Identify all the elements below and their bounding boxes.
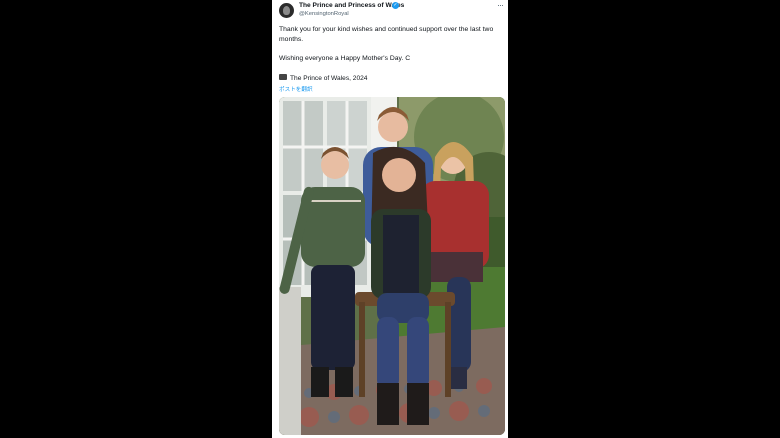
- tweet-card: The Prince and Princess of Wales ✓ @Kens…: [272, 0, 508, 438]
- tweet-text-line1: Thank you for your kind wishes and conti…: [279, 26, 494, 43]
- translate-post-link[interactable]: ポストを翻訳: [279, 85, 313, 93]
- photo-credit-text: The Prince of Wales, 2024: [290, 75, 368, 82]
- verified-badge-icon: ✓: [392, 2, 399, 9]
- photo-credit: The Prince of Wales, 2024: [279, 74, 368, 82]
- tweet-text-line2: Wishing everyone a Happy Mother's Day. C: [279, 55, 411, 62]
- family-photo-image: [279, 97, 505, 435]
- author-handle[interactable]: @KensingtonRoyal: [299, 11, 349, 17]
- more-options-icon[interactable]: ···: [497, 0, 504, 10]
- author-name[interactable]: The Prince and Princess of Wales: [299, 2, 404, 9]
- avatar[interactable]: [279, 3, 294, 18]
- tweet-photo[interactable]: [279, 97, 505, 435]
- tweet-header: The Prince and Princess of Wales ✓ @Kens…: [272, 0, 508, 22]
- camera-icon: [279, 74, 287, 81]
